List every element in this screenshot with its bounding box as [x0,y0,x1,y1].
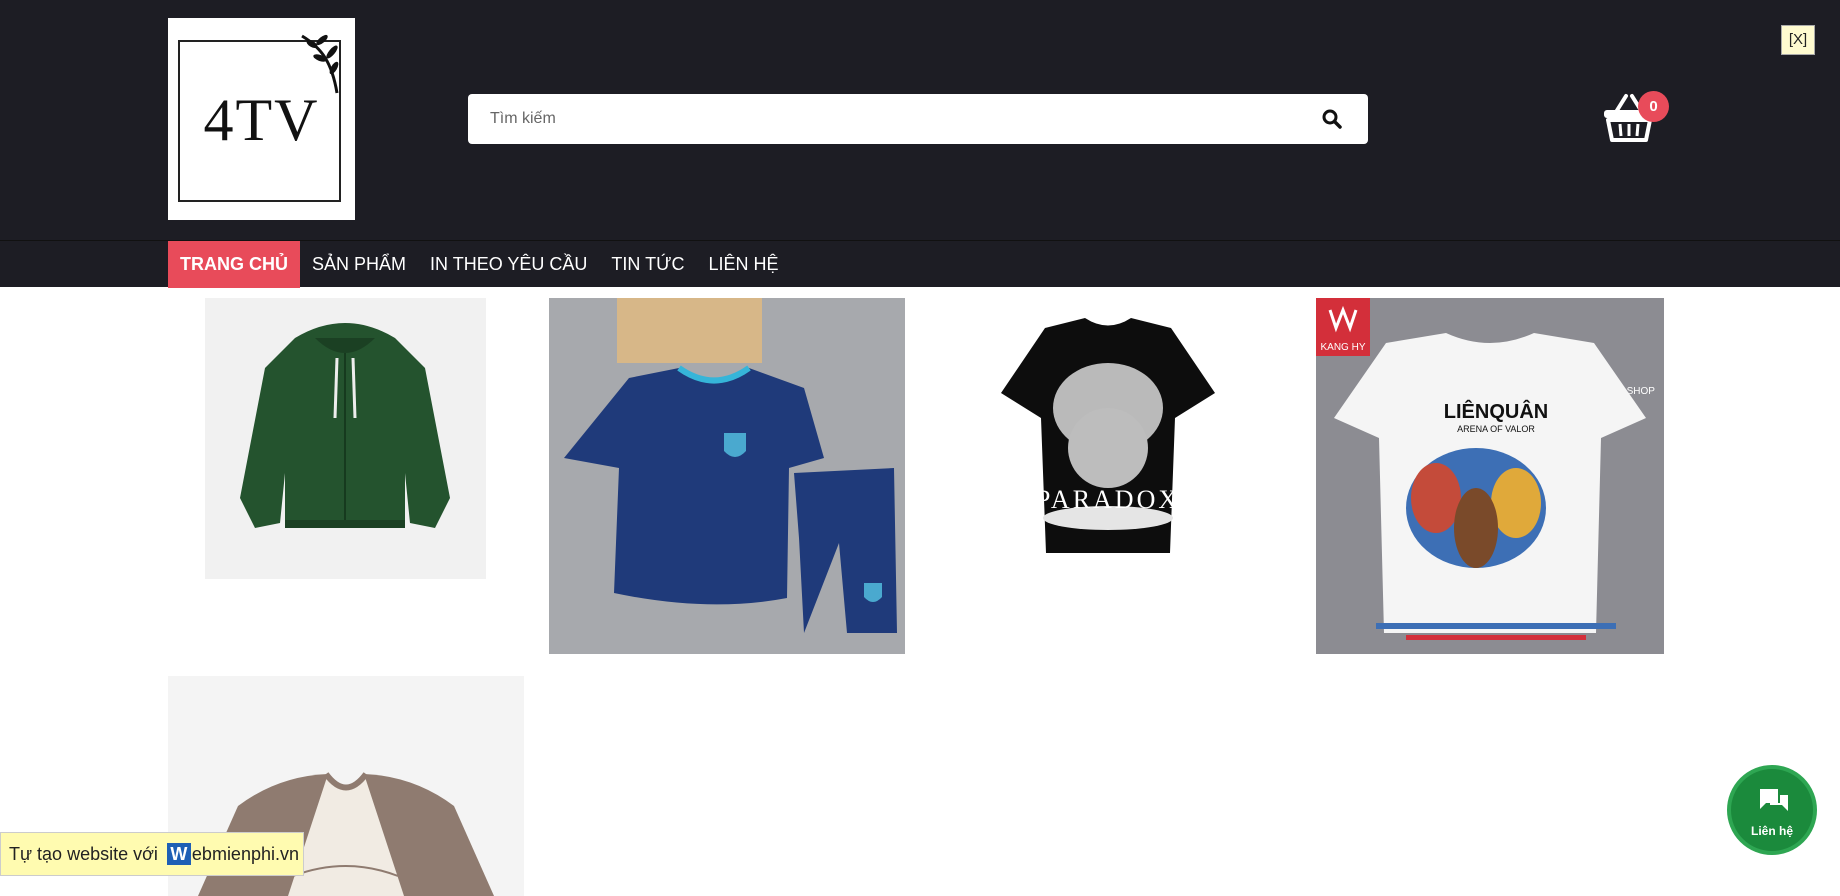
lien-quan-tshirt-illustration: KANG HY KANG HY SHOP LIÊNQUÂN ARENA OF V… [1316,298,1655,640]
nav-item-custom-print[interactable]: IN THEO YÊU CẦU [418,241,599,288]
nav-item-news[interactable]: TIN TỨC [599,241,696,288]
main-nav: TRANG CHỦ SẢN PHẨM IN THEO YÊU CẦU TIN T… [0,240,1840,288]
paradox-print-text: PARADOX [1036,485,1180,514]
nav-item-home[interactable]: TRANG CHỦ [168,241,300,288]
product-image-paradox-tshirt[interactable]: PARADOX [960,298,1256,594]
contact-float-button[interactable]: Liên hệ [1727,765,1817,855]
product-image-football-kit[interactable] [549,298,905,654]
product-image-green-jacket[interactable] [205,298,486,579]
webmienphi-logo-letter: W [166,843,191,865]
badge-suffix-text: ebmienphi.vn [191,844,299,864]
arena-of-valor-text: ARENA OF VALOR [1457,424,1535,434]
logo-text: 4TV [203,87,320,153]
kang-hy-brand-text: KANG HY [1320,342,1365,353]
close-button[interactable]: [X] [1781,25,1815,55]
search-icon[interactable] [1320,107,1344,131]
website-builder-badge[interactable]: Tự tạo website với Webmienphi.vn [0,832,304,876]
lien-quan-print-text: LIÊNQUÂN [1444,399,1548,423]
badge-prefix-text: Tự tạo website với [9,844,158,864]
jacket-illustration [240,323,450,528]
cart-button[interactable]: 0 [1602,91,1669,142]
site-header: 4TV 0 [X] [0,0,1840,240]
product-image-lien-quan-tshirt[interactable]: KANG HY KANG HY SHOP LIÊNQUÂN ARENA OF V… [1316,298,1664,654]
nav-item-contact[interactable]: LIÊN HỆ [696,241,790,288]
cart-count-badge: 0 [1638,91,1669,122]
contact-label: Liên hệ [1750,824,1793,838]
search-bar [468,94,1368,144]
football-kit-illustration [564,298,897,633]
search-input[interactable] [468,94,1288,144]
nav-item-products[interactable]: SẢN PHẨM [300,241,418,288]
paradox-tshirt-illustration: PARADOX [1001,318,1215,553]
site-logo[interactable]: 4TV [168,18,355,220]
chat-icon [1760,789,1788,811]
